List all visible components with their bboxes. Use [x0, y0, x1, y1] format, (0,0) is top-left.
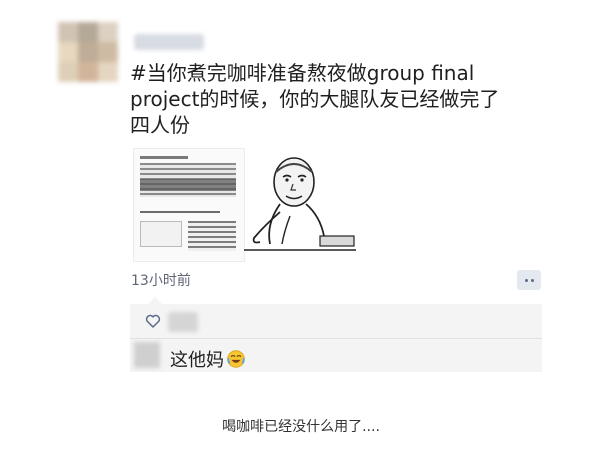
heart-outline-icon[interactable] — [144, 312, 162, 330]
panel-caret — [148, 297, 162, 304]
more-dots-icon[interactable] — [517, 270, 541, 290]
post-image-meme-face[interactable] — [244, 152, 356, 260]
crying-laughing-emoji-icon — [227, 350, 245, 368]
commenter-avatar-blurred[interactable] — [134, 342, 160, 368]
user-avatar[interactable] — [58, 22, 118, 82]
panel-divider — [130, 338, 542, 339]
post-text: #当你煮完咖啡准备熬夜做group final project的时候，你的大腿队… — [130, 61, 500, 137]
like-row — [130, 304, 542, 338]
post-image-document[interactable] — [133, 148, 245, 262]
username-blurred[interactable] — [134, 34, 204, 50]
comment-text: 这他妈 — [170, 350, 224, 371]
caption: 喝咖啡已经没什么用了.... — [222, 419, 380, 435]
moments-post-screenshot: #当你煮完咖啡准备熬夜做group final project的时候，你的大腿队… — [0, 0, 602, 459]
comment[interactable]: 这他妈 — [170, 346, 246, 372]
liker-name-blurred[interactable] — [168, 312, 198, 332]
post-timestamp: 13小时前 — [131, 273, 191, 289]
